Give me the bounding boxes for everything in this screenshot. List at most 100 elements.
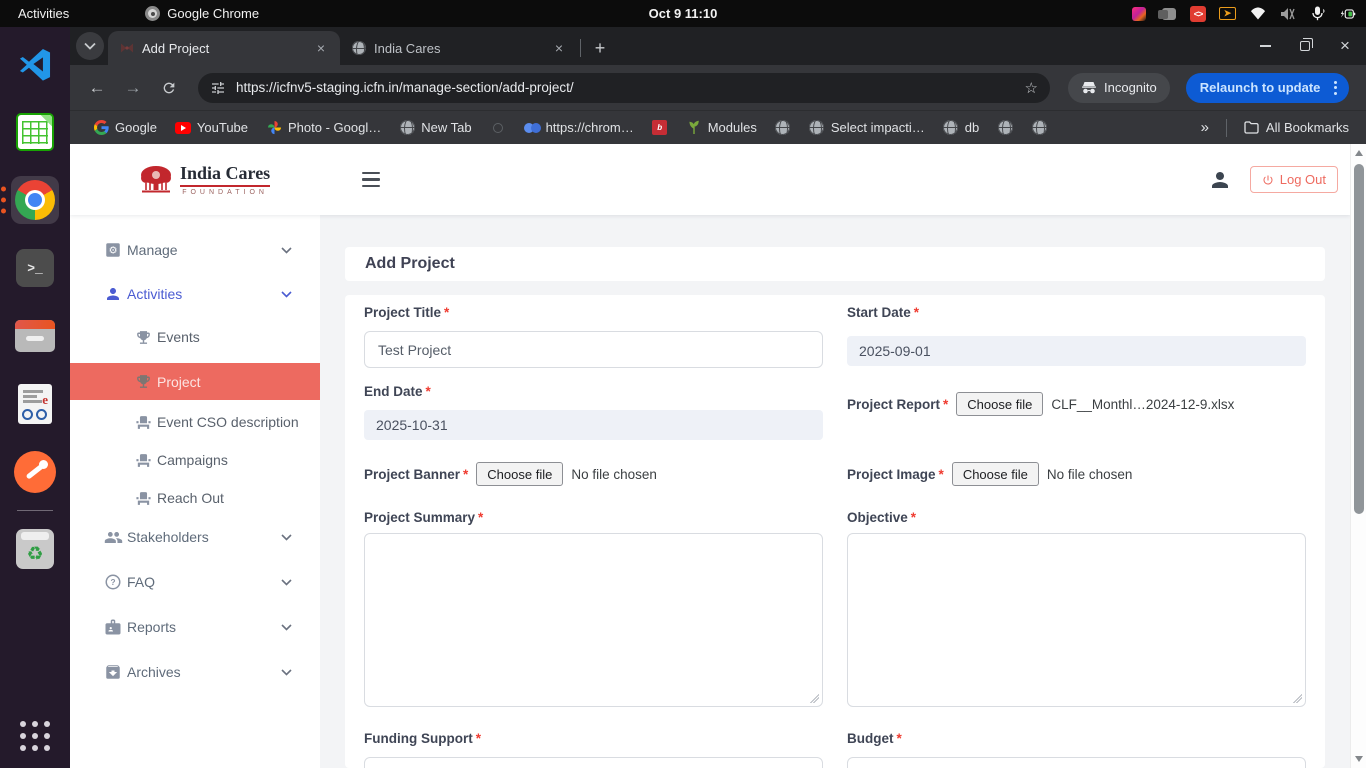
- focused-app-menu[interactable]: Google Chrome: [145, 6, 259, 21]
- dock-vscode[interactable]: [11, 40, 59, 88]
- bookmark-google[interactable]: Google: [86, 117, 164, 139]
- dock-chrome[interactable]: [11, 176, 59, 224]
- chrome-icon: [15, 180, 55, 220]
- forward-button[interactable]: →: [118, 73, 148, 103]
- dock-libreoffice-calc[interactable]: [11, 108, 59, 156]
- sidebar-item-campaigns[interactable]: Campaigns: [70, 446, 320, 474]
- sidebar-item-stakeholders[interactable]: Stakeholders: [70, 522, 320, 552]
- tab-search-button[interactable]: [76, 32, 104, 60]
- vscode-icon: [16, 45, 54, 83]
- tab-strip: Add Project × India Cares × + ×: [70, 27, 1366, 65]
- globe-icon: [943, 120, 959, 136]
- color-app-icon[interactable]: [1130, 5, 1147, 22]
- field-project-summary: Project Summary*: [364, 510, 823, 712]
- close-window-button[interactable]: ×: [1332, 33, 1358, 59]
- reload-button[interactable]: [154, 73, 184, 103]
- globe-icon: [399, 120, 415, 136]
- more-options-icon[interactable]: [1328, 81, 1343, 95]
- budget-input[interactable]: [847, 757, 1306, 768]
- relaunch-label: Relaunch to update: [1200, 80, 1321, 95]
- project-summary-textarea[interactable]: [364, 533, 823, 707]
- funding-support-input[interactable]: [364, 757, 823, 768]
- back-button[interactable]: ←: [82, 73, 112, 103]
- folder-icon: [15, 320, 55, 352]
- sidebar-item-activities[interactable]: Activities: [70, 279, 320, 309]
- project-report-choose-file-button[interactable]: Choose file: [956, 392, 1043, 416]
- sidebar-toggle-button[interactable]: [358, 168, 384, 192]
- project-banner-choose-file-button[interactable]: Choose file: [476, 462, 563, 486]
- minimize-button[interactable]: [1252, 33, 1278, 59]
- objective-textarea[interactable]: [847, 533, 1306, 707]
- dock-app-grid[interactable]: [11, 712, 59, 760]
- new-tab-button[interactable]: +: [587, 35, 613, 61]
- field-label: Start Date*: [847, 305, 1306, 325]
- start-date-input[interactable]: [847, 336, 1306, 366]
- anydesk-icon[interactable]: <>: [1190, 6, 1206, 22]
- microphone-icon[interactable]: [1309, 5, 1326, 22]
- relaunch-to-update-button[interactable]: Relaunch to update: [1186, 73, 1350, 103]
- logout-button[interactable]: Log Out: [1250, 166, 1338, 193]
- sidebar-item-archives[interactable]: Archives: [70, 657, 320, 687]
- scroll-up-arrow[interactable]: [1355, 150, 1363, 156]
- focused-app-name: Google Chrome: [167, 6, 259, 21]
- sidebar-item-label: Stakeholders: [127, 529, 209, 545]
- tab-india-cares[interactable]: India Cares ×: [340, 31, 578, 65]
- bookmark-google-photos[interactable]: Photo - Googl…: [259, 117, 388, 139]
- field-end-date: End Date*: [364, 384, 823, 440]
- bookmark-db[interactable]: db: [936, 117, 986, 139]
- close-tab-icon[interactable]: ×: [312, 39, 330, 57]
- page-scrollbar[interactable]: [1350, 144, 1366, 768]
- sidebar-item-reports[interactable]: Reports: [70, 612, 320, 642]
- scrollbar-thumb[interactable]: [1354, 164, 1364, 514]
- sidebar-item-faq[interactable]: ? FAQ: [70, 567, 320, 597]
- bookmark-item[interactable]: [483, 117, 513, 139]
- end-date-input[interactable]: [364, 410, 823, 440]
- bookmark-item[interactable]: [990, 117, 1020, 139]
- chat-icon[interactable]: [1160, 5, 1177, 22]
- tab-add-project[interactable]: Add Project ×: [108, 31, 340, 65]
- activities-button[interactable]: Activities: [0, 0, 87, 27]
- clock[interactable]: Oct 9 11:10: [649, 6, 718, 21]
- dock-files[interactable]: [11, 312, 59, 360]
- restore-button[interactable]: [1292, 33, 1318, 59]
- sidebar-item-reach-out[interactable]: Reach Out: [70, 484, 320, 512]
- field-budget: Budget*: [847, 731, 1306, 768]
- svg-text:⚙: ⚙: [109, 245, 118, 256]
- sidebar-item-project[interactable]: Project: [70, 363, 320, 400]
- india-cares-logo[interactable]: India Cares Foundation: [138, 163, 270, 196]
- bookmark-star-icon[interactable]: ☆: [1025, 79, 1038, 97]
- bookmark-select-impact[interactable]: Select impacti…: [802, 117, 932, 139]
- scroll-down-arrow[interactable]: [1355, 756, 1363, 762]
- battery-icon[interactable]: [1339, 5, 1356, 22]
- project-title-input[interactable]: [364, 331, 823, 368]
- dock-trash[interactable]: ♻: [11, 525, 59, 573]
- close-tab-icon[interactable]: ×: [550, 39, 568, 57]
- field-project-banner: Project Banner* Choose file No file chos…: [364, 460, 823, 488]
- dock-postman[interactable]: [11, 448, 59, 496]
- volume-muted-icon[interactable]: [1279, 5, 1296, 22]
- sidebar-item-event-cso-description[interactable]: Event CSO description: [70, 408, 320, 436]
- sidebar-item-events[interactable]: Events: [70, 323, 320, 351]
- bookmark-new-tab[interactable]: New Tab: [392, 117, 478, 139]
- tab-divider: [580, 39, 581, 57]
- bookmark-chrome-link[interactable]: https://chrom…: [517, 117, 641, 139]
- bookmark-item[interactable]: [768, 117, 798, 139]
- bookmark-item[interactable]: [1024, 117, 1054, 139]
- bookmark-bajaj[interactable]: b: [645, 117, 675, 139]
- dock-terminal[interactable]: >_: [11, 244, 59, 292]
- project-image-choose-file-button[interactable]: Choose file: [952, 462, 1039, 486]
- site-settings-icon[interactable]: [210, 80, 226, 96]
- screen-share-icon[interactable]: ➤: [1219, 5, 1236, 22]
- wifi-icon[interactable]: [1249, 5, 1266, 22]
- bookmarks-overflow-button[interactable]: »: [1194, 116, 1216, 139]
- sidebar-item-manage[interactable]: ⚙ Manage: [70, 235, 320, 265]
- address-bar[interactable]: https://icfnv5-staging.icfn.in/manage-se…: [198, 73, 1050, 103]
- bookmark-youtube[interactable]: YouTube: [168, 117, 255, 139]
- dock-document-viewer[interactable]: e: [11, 380, 59, 428]
- all-bookmarks-button[interactable]: All Bookmarks: [1237, 117, 1356, 139]
- bookmark-modules[interactable]: Modules: [679, 117, 764, 139]
- field-label: Funding Support*: [364, 731, 823, 751]
- plant-icon: [686, 120, 702, 136]
- badge-icon: [103, 617, 123, 637]
- user-profile-icon[interactable]: [1208, 168, 1232, 192]
